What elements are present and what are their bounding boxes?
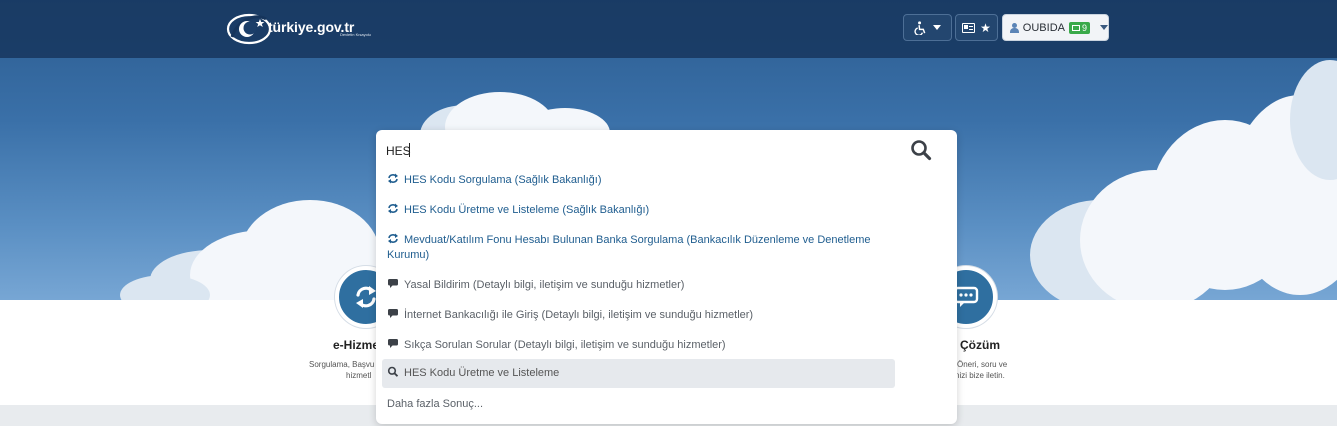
user-menu-button[interactable]: OUBIDA 9 <box>1002 14 1109 41</box>
suggestion-item[interactable]: HES Kodu Üretme ve Listeleme (Sağlık Bak… <box>387 203 897 218</box>
card-favorites-button[interactable]: ★ <box>955 14 998 41</box>
suggestion-text: Mevduat/Katılım Fonu Hesabı Bulunan Bank… <box>404 234 871 246</box>
more-results-link[interactable]: Daha fazla Sonuç... <box>387 397 897 412</box>
solution-center-desc: Öneri, soru ve <box>957 360 1008 369</box>
accessibility-menu-button[interactable] <box>903 14 952 41</box>
suggestion-item[interactable]: HES Kodu Sorgulama (Sağlık Bakanlığı) <box>387 173 897 188</box>
e-services-desc: hizmetl <box>346 371 372 380</box>
suggestion-item[interactable]: Yasal Bildirim (Detaylı bilgi, iletişim … <box>387 278 897 293</box>
e-services-desc: Sorgulama, Başvu <box>309 360 375 369</box>
site-logo[interactable]: türkiye.gov.tr Devletin Kısayolu <box>226 10 380 48</box>
star-icon: ★ <box>980 20 991 35</box>
suggestion-text: İnternet Bankacılığı ile Giriş (Detaylı … <box>404 309 754 321</box>
text-cursor <box>409 143 410 157</box>
suggestion-item[interactable]: Sıkça Sorulan Sorular (Detaylı bilgi, il… <box>387 338 897 353</box>
search-panel: HES Kodu Sorgulama (Sağlık Bakanlığı) HE… <box>376 130 957 424</box>
suggestion-item[interactable]: Mevduat/Katılım Fonu Hesabı Bulunan Bank… <box>387 233 897 263</box>
envelope-icon <box>1071 24 1080 31</box>
chevron-down-icon <box>933 25 941 30</box>
logo-tagline: Devletin Kısayolu <box>340 32 371 37</box>
suggestion-item[interactable]: İnternet Bankacılığı ile Giriş (Detaylı … <box>387 308 897 323</box>
search-input[interactable] <box>386 140 896 162</box>
crescent-star-logo-icon <box>226 13 272 45</box>
message-count: 9 <box>1081 22 1087 33</box>
chat-icon <box>388 279 398 288</box>
suggestion-text: Sıkça Sorulan Sorular (Detaylı bilgi, il… <box>404 339 726 351</box>
chat-icon <box>388 309 398 318</box>
suggestion-text-line2: Kurumu) <box>387 249 430 261</box>
user-name: OUBIDA <box>1022 21 1065 34</box>
page: türkiye.gov.tr Devletin Kısayolu ★ OUBID… <box>0 0 1337 426</box>
suggestion-text: Yasal Bildirim (Detaylı bilgi, iletişim … <box>404 279 685 291</box>
refresh-icon <box>388 173 398 184</box>
solution-center-title[interactable]: Çözüm <box>960 338 1000 352</box>
id-card-icon <box>962 22 976 33</box>
suggestion-item-highlighted[interactable]: HES Kodu Üretme ve Listeleme <box>382 359 895 388</box>
refresh-icon <box>388 203 398 214</box>
magnifier-icon <box>911 140 932 161</box>
e-services-title[interactable]: e-Hizme <box>333 338 379 352</box>
suggestion-text: HES Kodu Sorgulama (Sağlık Bakanlığı) <box>404 174 602 186</box>
wheelchair-icon <box>914 20 926 35</box>
solution-center-desc: nizi bize iletin. <box>955 371 1005 380</box>
suggestion-text: HES Kodu Üretme ve Listeleme (Sağlık Bak… <box>404 204 650 216</box>
chat-icon <box>388 339 398 348</box>
search-icon <box>387 366 399 377</box>
suggestion-text: HES Kodu Üretme ve Listeleme <box>404 367 560 379</box>
chevron-down-icon <box>1100 25 1108 30</box>
search-button[interactable] <box>910 139 934 163</box>
user-icon <box>1010 22 1019 33</box>
refresh-icon <box>388 233 398 244</box>
top-bar: türkiye.gov.tr Devletin Kısayolu ★ OUBID… <box>0 0 1337 58</box>
messages-badge[interactable]: 9 <box>1068 21 1090 34</box>
